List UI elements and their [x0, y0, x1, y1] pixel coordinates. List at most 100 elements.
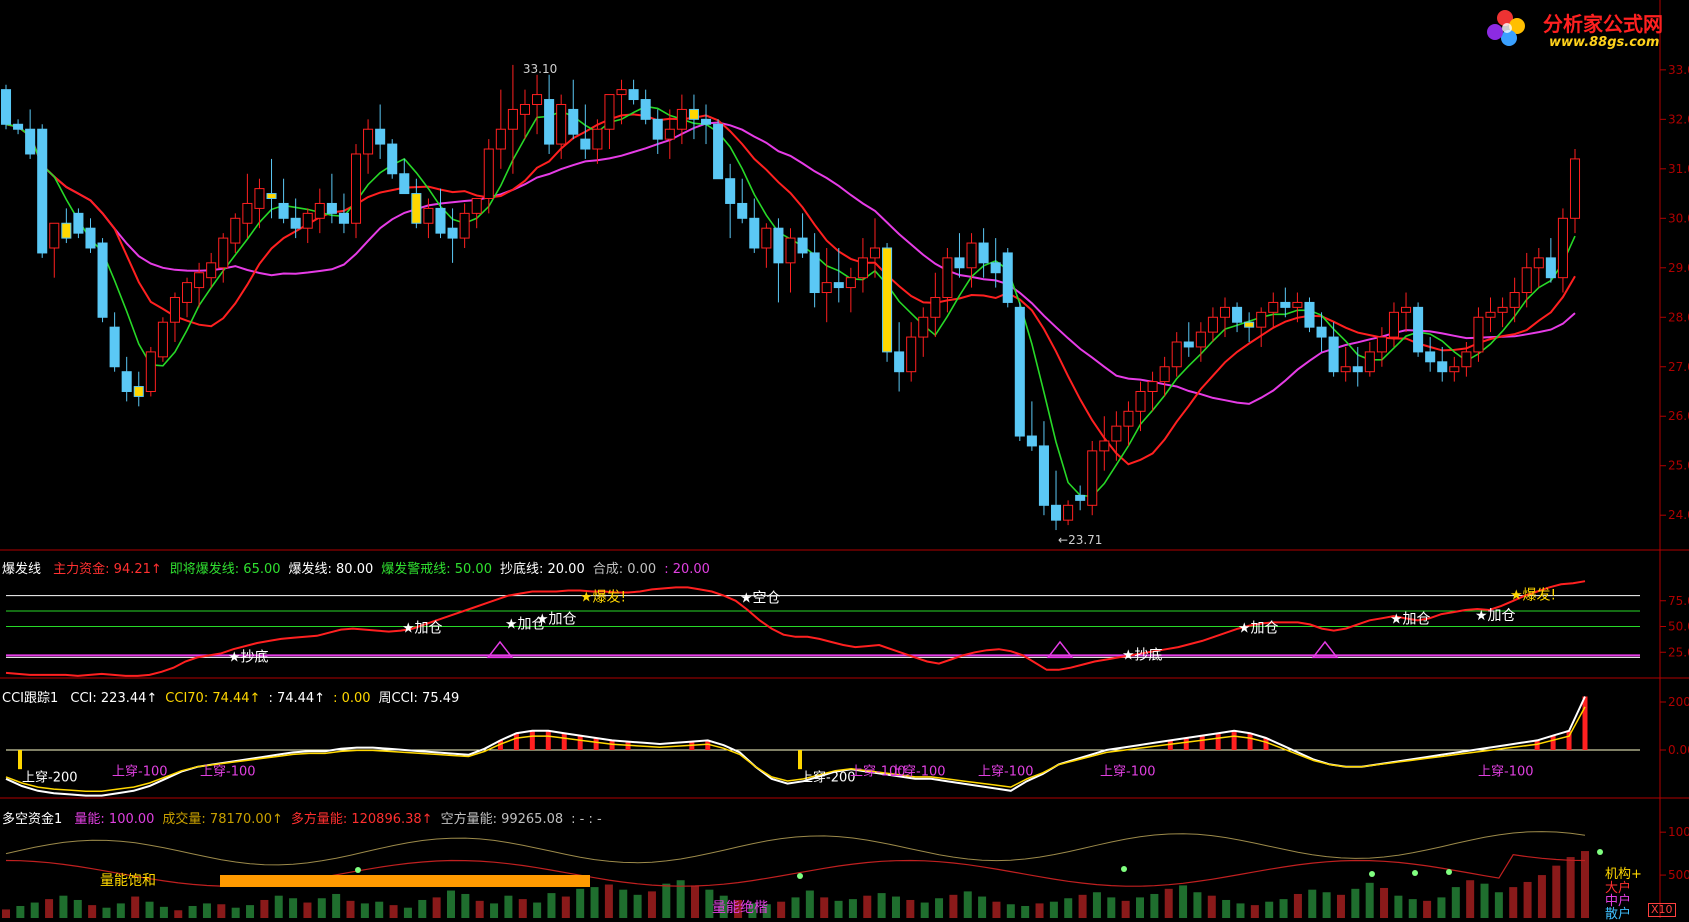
panel1-signal-label: ★加仓: [536, 611, 577, 627]
volume-bar: [504, 895, 513, 918]
saturation-label: 量能饱和: [100, 873, 156, 889]
volume-bar: [202, 903, 211, 918]
panel3-item-4: : - : -: [571, 812, 602, 827]
cci-bar: [1167, 740, 1173, 750]
volume-bar: [1380, 887, 1389, 918]
candle-body: [447, 227, 458, 239]
candle-body: [1111, 425, 1122, 442]
candle-body: [350, 153, 362, 224]
candle-body: [785, 237, 796, 264]
panel2-signal-label: 上穿-100: [978, 763, 1034, 779]
y-tick-label: 27.00: [1668, 360, 1689, 374]
volume-bar: [1021, 905, 1030, 918]
candle-body: [1533, 257, 1544, 269]
candle-body: [556, 103, 567, 145]
chart-svg: 33.00 32.00 31.00 30.00 29.00 28.00 27.00 26.00…: [0, 0, 1689, 918]
panel2-signal-label: 上穿-200: [22, 769, 78, 785]
volume-bar: [978, 896, 987, 918]
candle-body: [978, 242, 989, 264]
candle-body: [821, 282, 832, 294]
candle-body: [314, 202, 325, 219]
volume-bar: [116, 903, 125, 918]
candle-body: [278, 202, 289, 219]
candle-body: [1147, 381, 1158, 392]
volume-bar: [834, 900, 843, 918]
candle-body: [0, 89, 12, 125]
candle-body: [532, 94, 543, 105]
volume-bar: [217, 904, 226, 918]
candle-body: [604, 94, 615, 130]
candle-body: [13, 123, 24, 130]
volume-bar: [906, 899, 915, 918]
candle-body: [387, 143, 398, 175]
panel3-item-3: 空方量能: 99265.08: [440, 812, 564, 827]
volume-bar: [45, 899, 54, 918]
volume-bar: [647, 891, 656, 918]
panel1-signal-label: ★抄底: [228, 649, 269, 665]
volume-bar: [1552, 865, 1561, 918]
candle-body: [1388, 311, 1399, 338]
volume-bar: [317, 898, 326, 918]
candle-body: [254, 188, 265, 209]
y-tick-label: 31.00: [1668, 162, 1689, 176]
candle-body: [1425, 351, 1436, 363]
volume-bar: [848, 899, 857, 918]
volume-bar: [1150, 893, 1159, 918]
candle-body: [954, 257, 965, 269]
cci-yellow-marker: [798, 750, 802, 770]
panel2-item-3: : 0.00: [333, 691, 371, 706]
cci-bar: [1215, 733, 1221, 750]
volume-bar: [1480, 883, 1489, 918]
candle-body: [121, 371, 132, 392]
candle-body: [1171, 341, 1182, 368]
long-energy-line: [5, 831, 1586, 866]
volume-bar: [992, 901, 1001, 918]
volume-bar: [403, 907, 412, 918]
candle-body: [882, 247, 893, 353]
volume-bar: [1064, 898, 1073, 918]
volume-bar: [418, 899, 427, 918]
logo-title: 分析家公式网: [1543, 12, 1663, 36]
volume-bar: [102, 907, 111, 918]
low-price-label: ←23.71: [1058, 533, 1102, 547]
panel2-item-1: CCI70: 74.44↑: [165, 691, 261, 706]
volume-bar: [877, 893, 886, 918]
candle-body: [990, 262, 1001, 274]
candle-body: [894, 351, 905, 373]
volume-bar: [289, 898, 298, 918]
panel2-signal-label: 上穿-100: [200, 763, 256, 779]
volume-bar: [949, 894, 958, 918]
candle-body: [1135, 390, 1146, 412]
candle-body: [1050, 504, 1062, 521]
volume-bar: [1537, 875, 1546, 918]
candle-body: [1521, 267, 1532, 294]
volume-bar: [805, 890, 814, 918]
candle-body: [1376, 336, 1387, 353]
candle-body: [1014, 306, 1025, 437]
saturation-band: [220, 875, 590, 887]
candle-body: [713, 123, 724, 180]
panel3-tick-label: 5000: [1668, 868, 1689, 882]
candle-body: [326, 202, 337, 214]
candle-body: [1497, 306, 1508, 313]
panel1-tick-label: 75.00: [1668, 594, 1689, 608]
volume-bar: [159, 906, 168, 918]
cci-bar: [529, 730, 535, 750]
y-tick-label: 33.00: [1668, 63, 1689, 77]
candle-body: [169, 296, 180, 323]
diamond-marker-icon: [1369, 871, 1375, 877]
candle-body: [1485, 311, 1496, 318]
volume-bar: [1164, 888, 1173, 918]
candle-body: [157, 321, 168, 358]
volume-bar: [30, 902, 39, 918]
candle-body: [338, 212, 349, 224]
volume-bar: [59, 895, 68, 918]
cci-bar: [513, 733, 519, 750]
volume-bar: [820, 897, 829, 918]
candle-body: [869, 247, 881, 259]
panel2-tick-label: 200.0: [1668, 695, 1689, 709]
volume-bar: [490, 903, 499, 918]
candle-body: [1316, 326, 1327, 338]
volume-bar: [174, 910, 183, 918]
panel2-signal-label: 上穿-100: [112, 763, 168, 779]
